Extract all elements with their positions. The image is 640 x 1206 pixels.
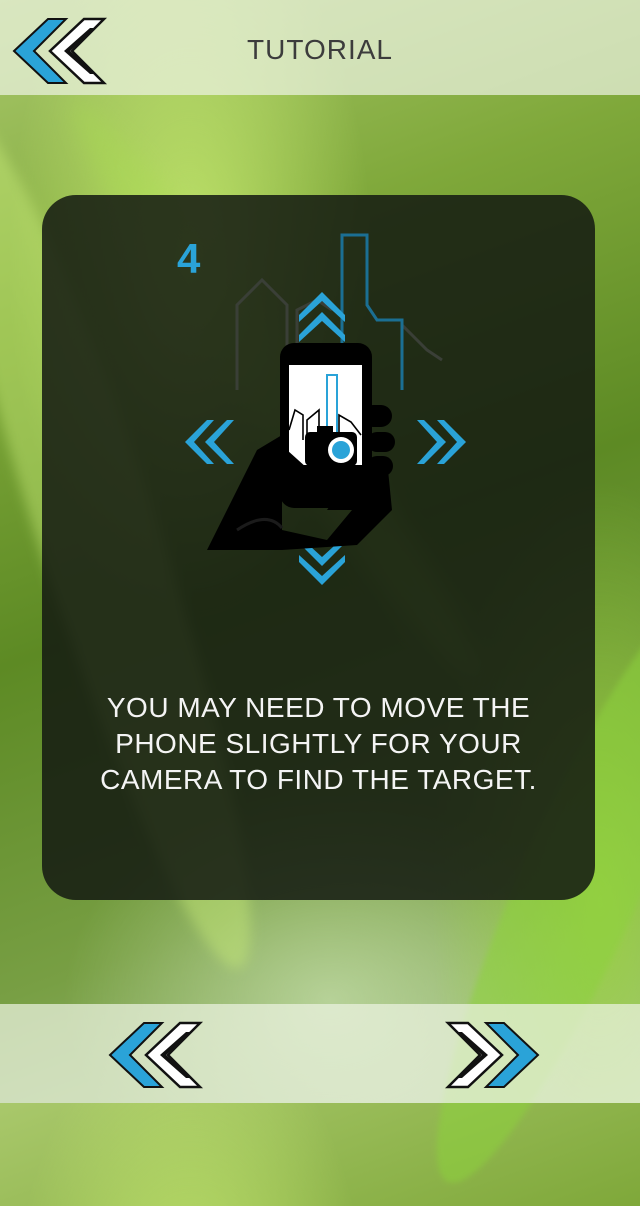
double-chevron-right-icon [444, 1021, 540, 1089]
footer-bar [0, 1004, 640, 1103]
page-title: TUTORIAL [247, 34, 393, 65]
previous-step-button[interactable] [104, 1020, 210, 1090]
tutorial-instruction-text: YOU MAY NEED TO MOVE THE PHONE SLIGHTLY … [100, 692, 537, 795]
tutorial-card: 4 YOU MAY NEED TO MOVE THE PHONE SLIGHTL… [42, 195, 595, 900]
arrow-up-icon [299, 292, 345, 342]
arrow-right-icon [417, 420, 466, 464]
camera-icon [305, 426, 357, 466]
double-chevron-left-icon [108, 1021, 204, 1089]
arrow-left-icon [185, 420, 234, 464]
hand-holding-phone-camera-icon [185, 233, 466, 585]
next-step-button[interactable] [438, 1020, 544, 1090]
header-bar: TUTORIAL [0, 0, 640, 95]
